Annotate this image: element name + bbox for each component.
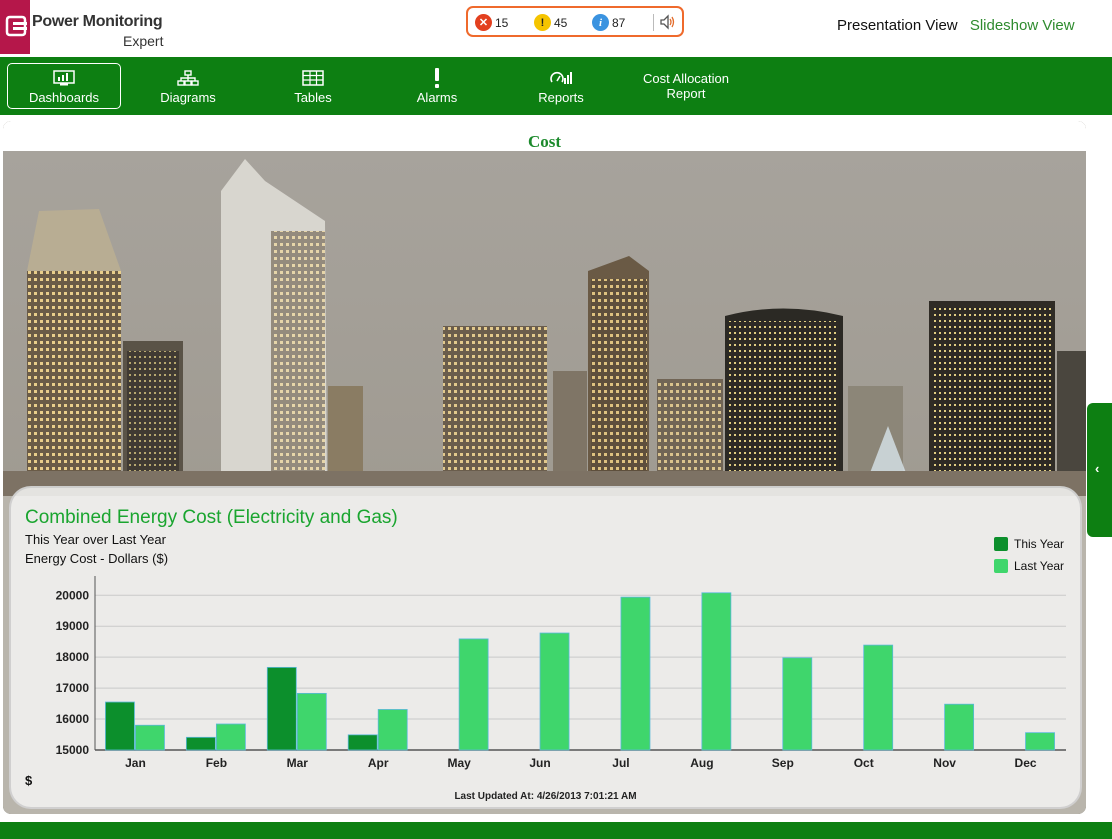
view-links: Presentation View Slideshow View bbox=[837, 17, 1075, 34]
alarm-summary[interactable]: ✕ 15 ! 45 i 87 bbox=[466, 6, 684, 37]
main-nav: Dashboards Diagrams Tables Alarms Report… bbox=[0, 57, 1112, 115]
bar-last-year-apr bbox=[377, 709, 408, 751]
bar-this-year-feb bbox=[185, 736, 216, 751]
table-icon bbox=[302, 68, 324, 88]
nav-tables-label: Tables bbox=[294, 89, 332, 105]
app-footer bbox=[0, 822, 1112, 839]
diagram-icon bbox=[177, 68, 199, 88]
alarm-divider bbox=[653, 14, 654, 31]
x-tick-label: Oct bbox=[854, 756, 874, 770]
speaker-icon[interactable] bbox=[659, 13, 677, 36]
nav-diagrams[interactable]: Diagrams bbox=[138, 63, 238, 109]
slideshow-view-link[interactable]: Slideshow View bbox=[970, 17, 1075, 34]
y-axis-label: $ bbox=[25, 773, 33, 788]
panel-header: Cost bbox=[3, 121, 1086, 151]
bar-last-year-mar bbox=[296, 692, 327, 751]
y-tick-label: 20000 bbox=[56, 588, 90, 602]
warning-circle-icon: ! bbox=[534, 14, 551, 31]
app-header: Power Monitoring Expert ✕ 15 ! 45 i 87 P… bbox=[0, 0, 1112, 57]
alarm-icon bbox=[432, 67, 442, 88]
y-tick-label: 15000 bbox=[56, 743, 90, 757]
y-tick-label: 19000 bbox=[56, 619, 90, 633]
nav-alarms-label: Alarms bbox=[416, 89, 458, 105]
nav-cost-allocation-report[interactable]: Cost Allocation Report bbox=[626, 63, 746, 109]
x-tick-label: Apr bbox=[368, 756, 389, 770]
error-circle-icon: ✕ bbox=[475, 14, 492, 31]
side-panel-toggle[interactable]: ‹ bbox=[1087, 403, 1112, 537]
bar-last-year-dec bbox=[1025, 732, 1055, 751]
nav-alarms[interactable]: Alarms bbox=[387, 63, 487, 109]
app-name: Power Monitoring bbox=[32, 13, 163, 30]
x-tick-label: Feb bbox=[206, 756, 227, 770]
bar-last-year-oct bbox=[863, 644, 894, 751]
bar-last-year-jan bbox=[135, 724, 165, 751]
bar-last-year-jul bbox=[620, 596, 651, 751]
app-name-sub: Expert bbox=[123, 33, 164, 49]
nav-cost-allocation-label: Cost Allocation Report bbox=[643, 71, 729, 101]
x-tick-label: Jun bbox=[529, 756, 550, 770]
x-tick-label: Sep bbox=[772, 756, 794, 770]
bar-last-year-may bbox=[458, 638, 489, 751]
nav-diagrams-label: Diagrams bbox=[160, 89, 216, 105]
nav-tables[interactable]: Tables bbox=[263, 63, 363, 109]
nav-dashboards[interactable]: Dashboards bbox=[7, 63, 121, 109]
panel-title: Cost bbox=[527, 132, 562, 151]
bar-last-year-feb bbox=[215, 723, 246, 751]
dashboard-icon bbox=[53, 68, 75, 88]
y-tick-label: 17000 bbox=[56, 681, 90, 695]
alarm-warning-count[interactable]: ! 45 bbox=[534, 14, 567, 31]
bar-this-year-mar bbox=[266, 666, 297, 751]
x-tick-label: Jul bbox=[612, 756, 629, 770]
presentation-view-link[interactable]: Presentation View bbox=[837, 17, 958, 34]
last-updated-text: Last Updated At: 4/26/2013 7:01:21 AM bbox=[454, 791, 637, 802]
bar-chart: 20000 19000 18000 17000 16000 15000 Jan Feb Mar A… bbox=[56, 576, 1066, 770]
x-tick-label: Dec bbox=[1015, 756, 1037, 770]
x-tick-label: Mar bbox=[287, 756, 309, 770]
x-tick-label: Nov bbox=[933, 756, 956, 770]
energy-cost-chart-card: Combined Energy Cost (Electricity and Ga… bbox=[9, 486, 1082, 809]
alarm-info-count[interactable]: i 87 bbox=[592, 14, 625, 31]
bar-last-year-jun bbox=[539, 632, 570, 751]
bar-this-year-apr bbox=[347, 734, 378, 751]
bar-last-year-sep bbox=[782, 657, 813, 751]
app-logo-icon bbox=[0, 0, 30, 54]
x-tick-label: Jan bbox=[125, 756, 146, 770]
x-tick-label: May bbox=[447, 756, 471, 770]
bar-this-year-jan bbox=[105, 701, 135, 751]
chevron-left-icon: ‹ bbox=[1095, 461, 1100, 476]
bar-last-year-nov bbox=[944, 703, 975, 751]
nav-dashboards-label: Dashboards bbox=[28, 89, 100, 105]
reports-icon bbox=[549, 68, 573, 88]
nav-reports-label: Reports bbox=[538, 89, 584, 105]
x-tick-label: Aug bbox=[690, 756, 713, 770]
nav-reports[interactable]: Reports bbox=[511, 63, 611, 109]
y-tick-label: 16000 bbox=[56, 712, 90, 726]
bar-last-year-aug bbox=[701, 592, 732, 751]
y-tick-label: 18000 bbox=[56, 650, 90, 664]
alarm-error-count[interactable]: ✕ 15 bbox=[475, 14, 508, 31]
info-circle-icon: i bbox=[592, 14, 609, 31]
